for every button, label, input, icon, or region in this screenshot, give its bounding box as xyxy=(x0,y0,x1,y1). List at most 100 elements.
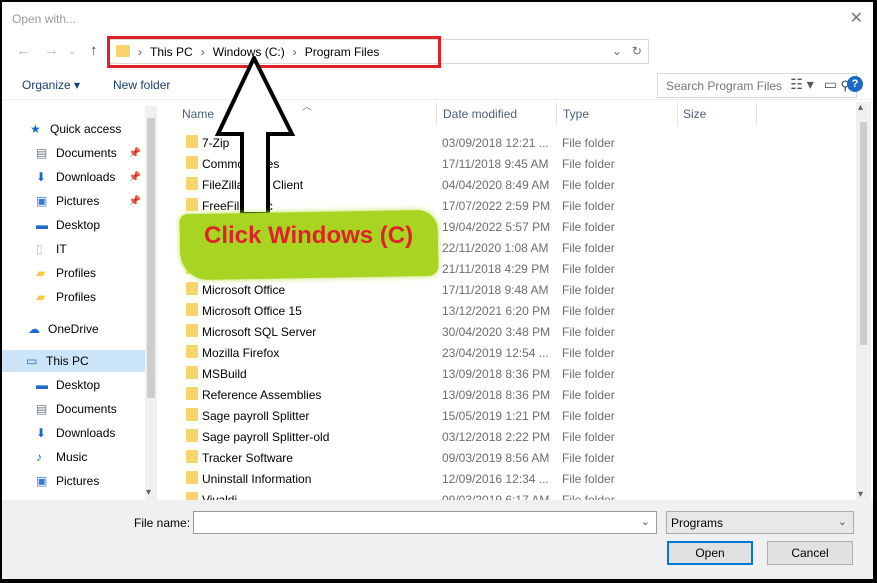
file-type: File folder xyxy=(562,451,615,465)
file-list-scrollbar[interactable]: ▴ ▾ xyxy=(856,102,871,500)
sidebar-item[interactable]: ▬ Desktop xyxy=(2,374,145,396)
file-type-select[interactable]: Programs ⌄ xyxy=(666,511,854,534)
recent-chevron-icon[interactable]: ⌄ xyxy=(68,46,76,57)
file-icon: ▯ xyxy=(36,242,43,256)
star-icon: ★ xyxy=(30,122,41,136)
sidebar-item[interactable]: ▰ Profiles xyxy=(2,262,145,284)
file-row[interactable]: Mozilla Firefox 23/04/2019 12:54 ... File … xyxy=(172,342,856,363)
sidebar-item[interactable]: ▤ Documents xyxy=(2,398,145,420)
navigation-pane: ★ Quick access ▤ Documents 📌 ⬇ Downloads 📌 ▣ Pict… xyxy=(2,106,157,500)
sidebar-item[interactable]: ⬇ Downloads 📌 xyxy=(2,166,145,188)
view-options-icon[interactable]: ☷ ▾ xyxy=(790,76,813,93)
file-row[interactable]: Microsoft Office 17/11/2018 9:48 AM File f… xyxy=(172,279,856,300)
file-type: File folder xyxy=(562,430,615,444)
folder-icon xyxy=(186,156,198,169)
file-date: 22/11/2020 1:08 AM xyxy=(442,241,549,255)
toolbar: Organize ▾ New folder ☷ ▾ ▭ ? xyxy=(2,72,873,100)
open-with-dialog: Open with... ✕ ← → ⌄ ↑ › This PC › Windo… xyxy=(2,2,873,579)
new-folder-button[interactable]: New folder xyxy=(113,78,170,92)
sidebar-item[interactable]: ▣ Pictures 📌 xyxy=(2,190,145,212)
file-row[interactable]: MSBuild 13/09/2018 8:36 PM File folder xyxy=(172,363,856,384)
file-type: File folder xyxy=(562,325,615,339)
sidebar-item[interactable]: ★ Quick access xyxy=(2,118,145,140)
folder-icon xyxy=(186,303,198,316)
file-date: 13/09/2018 8:36 PM xyxy=(442,388,551,402)
file-row[interactable]: Tracker Software 09/03/2019 8:56 AM File f… xyxy=(172,447,856,468)
column-type[interactable]: Type xyxy=(563,107,589,121)
folder-icon xyxy=(186,177,198,190)
file-date: 17/11/2018 9:48 AM xyxy=(442,283,549,297)
address-dropdown-icon[interactable]: ⌄ ↻ xyxy=(612,44,642,58)
desktop-icon: ▬ xyxy=(36,218,48,232)
folder-icon xyxy=(186,198,198,211)
sidebar-item[interactable]: ▤ Documents 📌 xyxy=(2,142,145,164)
file-date: 23/04/2019 12:54 ... xyxy=(442,346,549,360)
sort-ascending-icon: ︿ xyxy=(302,102,312,113)
scrollbar-thumb[interactable] xyxy=(147,118,155,398)
sidebar-scrollbar[interactable]: ▾ xyxy=(145,106,157,500)
help-icon[interactable]: ? xyxy=(847,76,863,92)
file-date: 09/03/2019 8:56 AM xyxy=(442,451,550,465)
sidebar-item[interactable]: ▬ Desktop xyxy=(2,214,145,236)
close-icon[interactable]: ✕ xyxy=(850,8,863,28)
chevron-down-icon[interactable]: ▾ xyxy=(858,489,863,500)
file-name: Microsoft SQL Server xyxy=(202,325,317,339)
sidebar-item[interactable]: ☁ OneDrive xyxy=(2,318,145,340)
file-row[interactable]: Sage payroll Splitter 15/05/2019 1:21 PM F… xyxy=(172,405,856,426)
column-size[interactable]: Size xyxy=(683,107,706,121)
column-divider xyxy=(556,102,557,126)
file-row[interactable]: Microsoft Office 15 13/12/2021 6:20 PM Fil… xyxy=(172,300,856,321)
sidebar-item-label: Profiles xyxy=(56,266,97,280)
file-name: Mozilla Firefox xyxy=(202,346,280,360)
cancel-button[interactable]: Cancel xyxy=(767,541,853,565)
pin-icon: 📌 xyxy=(128,195,141,207)
sidebar-item[interactable]: ▯ IT xyxy=(2,238,145,260)
download-icon: ⬇ xyxy=(36,170,47,184)
file-name: Sage payroll Splitter-old xyxy=(202,430,330,444)
file-name: Uninstall Information xyxy=(202,472,312,486)
documents-icon: ▤ xyxy=(36,146,48,160)
file-name: Sage payroll Splitter xyxy=(202,409,310,423)
file-row[interactable]: Vivaldi 09/03/2019 6:17 AM File folder xyxy=(172,489,856,500)
column-date-modified[interactable]: Date modified xyxy=(443,107,517,121)
scrollbar-thumb[interactable] xyxy=(860,122,867,345)
organize-button[interactable]: Organize ▾ xyxy=(22,78,80,92)
file-name: Vivaldi xyxy=(202,493,238,500)
sidebar-item[interactable]: ⬇ Downloads xyxy=(2,422,145,444)
file-type: File folder xyxy=(562,157,615,171)
dialog-footer: File name: ⌄ Programs ⌄ Open Cancel xyxy=(2,500,873,579)
open-button[interactable]: Open xyxy=(667,541,753,565)
back-arrow-icon[interactable]: ← xyxy=(16,42,31,59)
up-arrow-icon[interactable]: ↑ xyxy=(90,42,98,59)
chevron-down-icon[interactable]: ⌄ xyxy=(641,515,650,528)
sidebar-item[interactable]: ▭ This PC xyxy=(2,350,145,372)
file-date: 13/12/2021 6:20 PM xyxy=(442,304,551,318)
organize-label: Organize xyxy=(22,78,71,92)
sidebar-item[interactable]: ▰ Profiles xyxy=(2,286,145,308)
file-name: Reference Assemblies xyxy=(202,388,322,402)
chevron-up-icon[interactable]: ▴ xyxy=(858,102,863,113)
sidebar-item[interactable]: ▣ Pictures xyxy=(2,470,145,492)
sidebar-item-label: Documents xyxy=(56,402,117,416)
file-row[interactable]: Microsoft SQL Server 30/04/2020 3:48 PM Fi… xyxy=(172,321,856,342)
sidebar-item-label: Profiles xyxy=(56,290,97,304)
forward-arrow-icon[interactable]: → xyxy=(44,42,59,59)
file-date: 09/03/2019 6:17 AM xyxy=(442,493,550,500)
preview-pane-icon[interactable]: ▭ xyxy=(824,76,837,93)
file-row[interactable]: Reference Assemblies 13/09/2018 8:36 PM Fi… xyxy=(172,384,856,405)
file-row[interactable]: Uninstall Information 12/09/2016 12:34 ..… xyxy=(172,468,856,489)
chevron-down-icon: ⌄ xyxy=(837,516,847,528)
file-row[interactable]: Sage payroll Splitter-old 03/12/2018 2:22… xyxy=(172,426,856,447)
file-name-label: File name: xyxy=(134,516,191,530)
file-date: 04/04/2020 8:49 AM xyxy=(442,178,550,192)
sidebar-item[interactable]: ♪ Music xyxy=(2,446,145,468)
file-type: File folder xyxy=(562,472,615,486)
sidebar-item-label: Desktop xyxy=(56,218,101,232)
folder-icon xyxy=(186,324,198,337)
chevron-down-icon[interactable]: ▾ xyxy=(146,487,151,498)
pin-icon: 📌 xyxy=(128,147,141,159)
pin-icon: 📌 xyxy=(128,171,141,183)
file-name-field[interactable]: ⌄ xyxy=(193,511,657,534)
file-date: 30/04/2020 3:48 PM xyxy=(442,325,551,339)
file-date: 13/09/2018 8:36 PM xyxy=(442,367,551,381)
